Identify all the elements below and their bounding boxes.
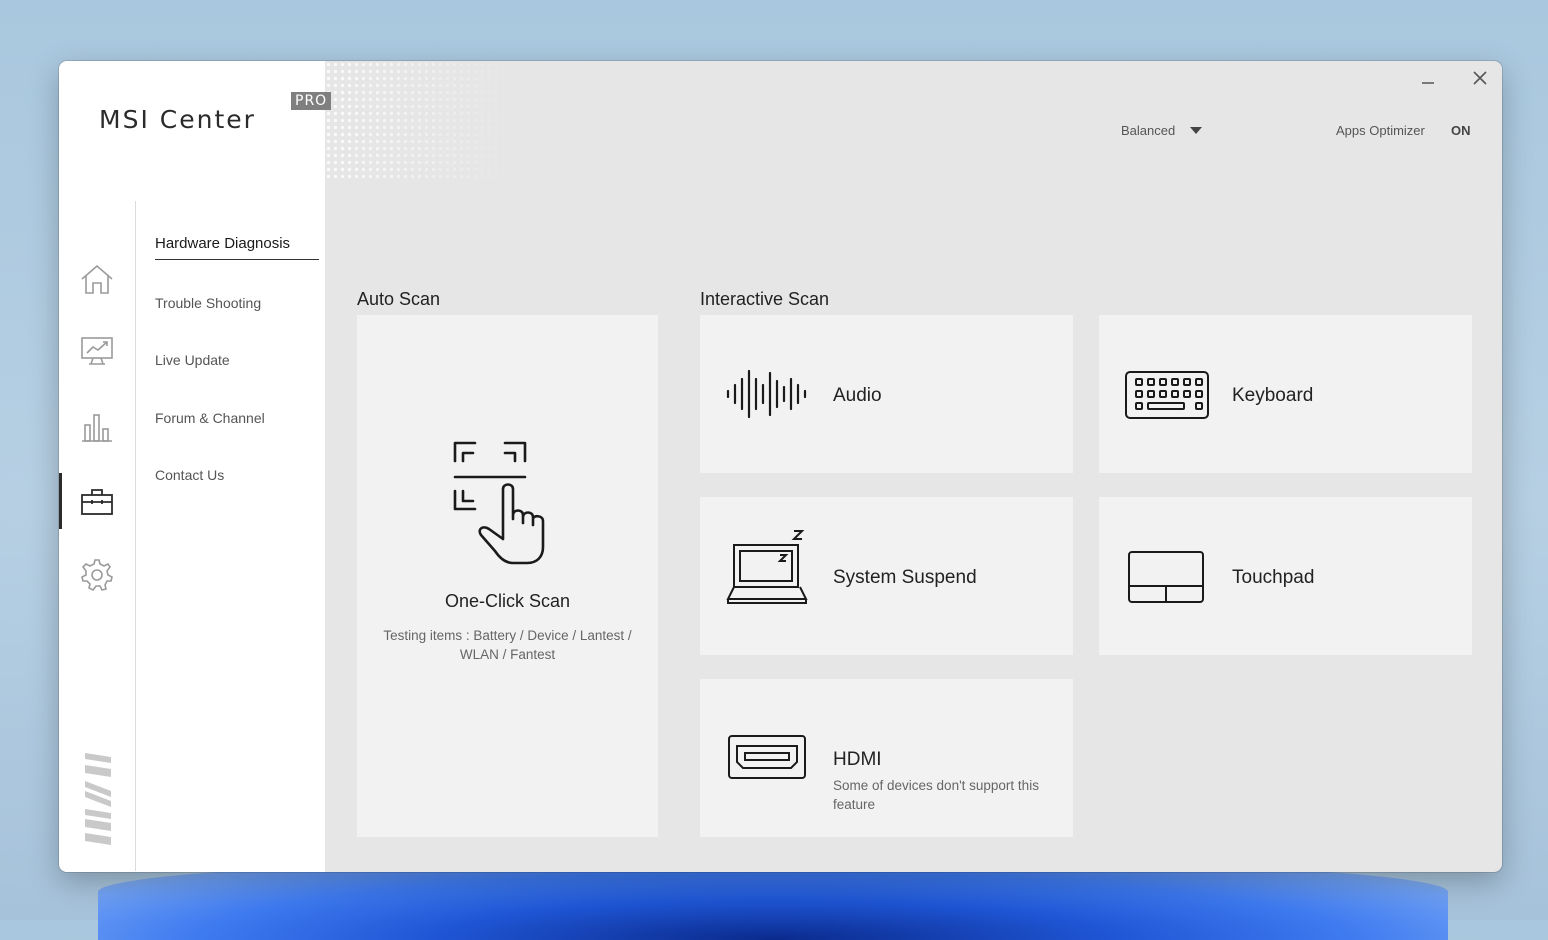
audio-wave-icon [726,369,807,419]
keyboard-card[interactable]: Keyboard [1099,315,1472,473]
apps-optimizer-toggle[interactable]: ON [1451,123,1471,138]
rail-monitor[interactable] [59,323,135,379]
mode-select[interactable]: Balanced [1121,123,1203,138]
hdmi-description: Some of devices don't support this featu… [833,778,1039,812]
keyboard-icon [1125,371,1209,419]
system-suspend-card[interactable]: System Suspend [700,497,1073,655]
rail-performance[interactable] [59,399,135,455]
edition-badge: PRO [291,92,332,110]
subnav-live-update[interactable]: Live Update [155,352,230,368]
minimize-button[interactable] [1413,65,1443,91]
rail-home[interactable] [59,251,135,307]
toolbox-icon [81,489,113,515]
bar-chart-icon [82,414,112,442]
touchpad-icon [1128,551,1204,603]
hdmi-card[interactable]: HDMI Some of devices don't support this … [700,679,1073,837]
rail-support[interactable] [59,473,135,529]
one-click-scan-description: Testing items : Battery / Device / Lante… [383,628,632,662]
close-icon [1473,71,1487,85]
one-click-scan-card[interactable]: One-Click Scan Testing items : Battery /… [357,315,658,837]
keyboard-label: Keyboard [1232,385,1314,406]
system-suspend-label: System Suspend [833,567,977,588]
rail-settings[interactable] [59,547,135,603]
msi-logo [81,751,115,852]
hdmi-icon [728,735,806,779]
app-window: MSI Center PRO Balanced Apps Optimizer O… [59,61,1502,872]
laptop-sleep-icon [726,530,808,604]
gear-icon [81,559,113,592]
decorative-dot-pattern [325,61,515,181]
desktop-wallpaper [98,860,1448,940]
touch-scan-icon [453,441,545,565]
home-icon [81,264,113,294]
touchpad-card[interactable]: Touchpad [1099,497,1472,655]
touchpad-label: Touchpad [1232,567,1315,588]
app-title: MSI Center [99,105,256,134]
monitor-chart-icon [81,337,113,365]
apps-optimizer-label: Apps Optimizer [1336,123,1425,138]
auto-scan-title: Auto Scan [357,289,441,309]
subnav-contact-us[interactable]: Contact Us [155,467,224,483]
interactive-scan-title: Interactive Scan [700,289,830,309]
subnav-forum-channel[interactable]: Forum & Channel [155,410,265,426]
mode-select-value: Balanced [1121,123,1176,138]
chevron-down-icon [1190,126,1203,134]
minimize-icon [1422,82,1434,84]
audio-label: Audio [833,385,882,406]
rail-divider [135,201,136,871]
subnav-hardware-diagnosis[interactable]: Hardware Diagnosis [155,235,290,252]
one-click-scan-label: One-Click Scan [444,591,571,611]
close-button[interactable] [1465,65,1495,91]
hdmi-label: HDMI [833,749,882,770]
audio-card[interactable]: Audio [700,315,1073,473]
subnav-trouble-shooting[interactable]: Trouble Shooting [155,295,261,311]
active-tab-underline [155,259,319,260]
